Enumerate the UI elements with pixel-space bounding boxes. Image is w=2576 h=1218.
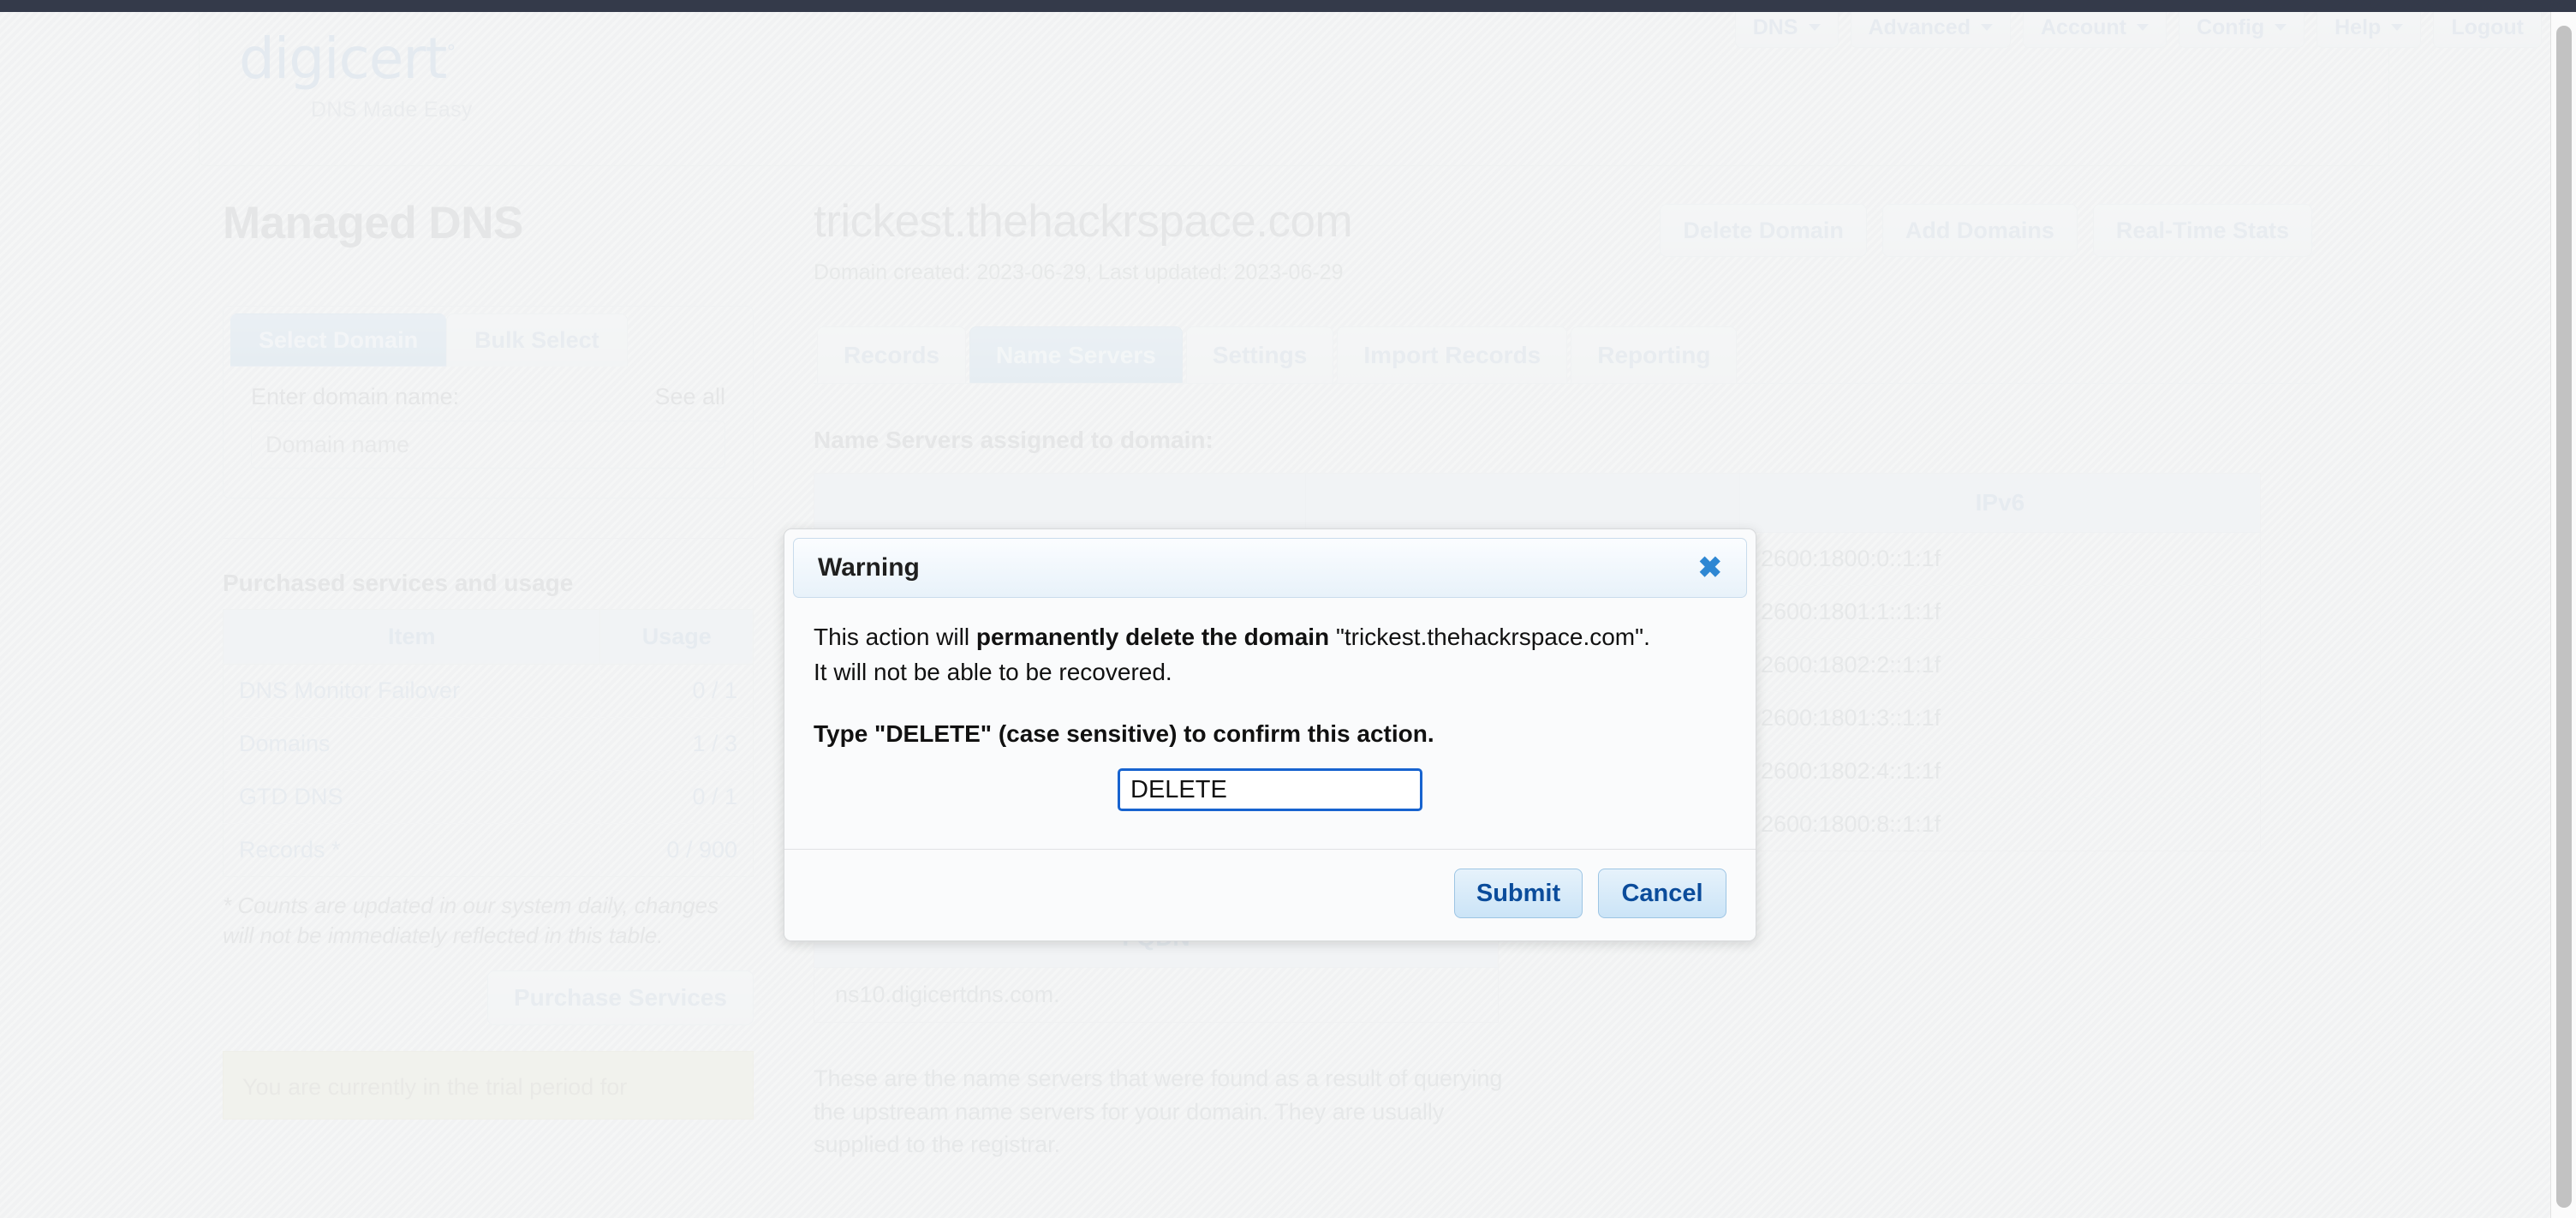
nav-label: Config (2196, 15, 2265, 39)
nav-label: Advanced (1868, 15, 1971, 39)
nav-item-account[interactable]: Account (2022, 7, 2167, 48)
column-header-blank-1 (814, 473, 1307, 534)
page-title: Managed DNS (223, 198, 523, 248)
nav-item-help[interactable]: Help (2317, 7, 2422, 48)
modal-message-part-1: This action will (814, 624, 976, 650)
ns-ipv6: 2600:1800:8::1:1f (1739, 797, 2261, 851)
table-row: ns10.digicertdns.com. (814, 968, 1499, 1023)
scrollbar-thumb[interactable] (2556, 26, 2572, 1208)
table-row: Domains 1 / 3 (223, 717, 754, 771)
ns-ipv6: 2600:1802:2::1:1f (1739, 638, 2261, 692)
cancel-button[interactable]: Cancel (1598, 869, 1726, 919)
modal-message-emphasis: permanently delete the domain (975, 624, 1330, 650)
nav-label: Help (2334, 15, 2382, 39)
service-usage: 0 / 1 (599, 664, 754, 718)
submit-button[interactable]: Submit (1454, 869, 1583, 919)
ns-ipv6: 2600:1800:0::1:1f (1739, 532, 2261, 586)
add-domains-button[interactable]: Add Domains (1881, 204, 2078, 257)
service-usage: 0 / 1 (599, 770, 754, 824)
nav-item-dns[interactable]: DNS (1734, 7, 1839, 48)
table-header-row: Item Usage (223, 609, 754, 665)
page-scrollbar[interactable] (2550, 12, 2576, 1218)
chevron-down-icon (1980, 24, 1993, 31)
modal-confirm-prompt: Type "DELETE" (case sensitive) to confir… (814, 720, 1434, 748)
brand-name: digicert° (239, 26, 456, 92)
nav-label: DNS (1752, 15, 1798, 39)
table-row: GTD DNS 0 / 1 (223, 770, 754, 824)
purchase-services-row: Purchase Services (223, 970, 754, 1025)
purchase-services-button[interactable]: Purchase Services (486, 970, 754, 1025)
domain-name-input[interactable] (251, 421, 725, 469)
tab-bulk-select[interactable]: Bulk Select (446, 313, 628, 367)
column-header-blank-2 (1305, 473, 1740, 534)
domain-selector-panel: Select Domain Bulk Select Enter domain n… (223, 306, 754, 499)
browser-chrome-bar (0, 0, 2576, 12)
name-servers-footnote: These are the name servers that were fou… (814, 1066, 1503, 1157)
tab-select-domain[interactable]: Select Domain (230, 313, 447, 367)
ns-ipv6: 2600:1801:3::1:1f (1739, 691, 2261, 745)
chevron-down-icon (2136, 24, 2149, 31)
service-item: DNS Monitor Failover (223, 664, 601, 718)
modal-body: This action will permanently delete the … (784, 598, 1756, 849)
domain-input-label: Enter domain name: (251, 384, 460, 409)
tab-name-servers[interactable]: Name Servers (969, 326, 1183, 384)
service-item: GTD DNS (223, 770, 601, 824)
column-header-usage: Usage (599, 609, 754, 665)
modal-title: Warning (818, 553, 920, 582)
chevron-down-icon (2391, 24, 2404, 31)
column-header-ipv6: IPv6 (1739, 473, 2261, 534)
domain-meta: Domain created: 2023-06-29, Last updated… (814, 260, 1344, 285)
nav-label: Account (2040, 15, 2126, 39)
ns-ipv6: 2600:1802:4::1:1f (1739, 744, 2261, 798)
tab-settings[interactable]: Settings (1185, 326, 1334, 384)
nav-label: Logout (2451, 15, 2524, 39)
trial-period-banner: You are currently in the trial period fo… (223, 1050, 754, 1119)
delete-confirm-input[interactable] (1118, 768, 1422, 812)
nav-item-config[interactable]: Config (2178, 7, 2305, 48)
modal-message: This action will permanently delete the … (814, 620, 1726, 690)
sidebar-divider (223, 538, 754, 539)
table-header-row: IPv6 (814, 473, 2261, 534)
modal-header: Warning ✖ (793, 538, 1747, 598)
modal-message-line-2: It will not be able to be recovered. (814, 658, 1172, 685)
close-icon[interactable]: ✖ (1695, 553, 1726, 582)
service-item: Records * (223, 823, 601, 877)
service-usage: 1 / 3 (599, 717, 754, 771)
tab-records[interactable]: Records (817, 326, 967, 384)
service-item: Domains (223, 717, 601, 771)
chevron-down-icon (1808, 24, 1821, 31)
purchased-services-table: Item Usage DNS Monitor Failover 0 / 1 Do… (223, 609, 754, 877)
domain-input-row: Enter domain name: See all (251, 384, 725, 410)
top-navigation: DNS Advanced Account Config Help Logout (1734, 7, 2542, 48)
nav-item-advanced[interactable]: Advanced (1850, 7, 2011, 48)
content-tabs: Records Name Servers Settings Import Rec… (814, 326, 2321, 385)
modal-message-part-3: "trickest.thehackrspace.com". (1329, 624, 1650, 650)
confirm-input-row (814, 768, 1726, 840)
service-usage: 0 / 900 (599, 823, 754, 877)
brand-logo[interactable]: digicert° DNS Made Easy (239, 31, 473, 122)
name-servers-heading: Name Servers assigned to domain: (814, 427, 1213, 454)
sidebar: Managed DNS Select Domain Bulk Select En… (199, 197, 781, 1119)
fqdn-value: ns10.digicertdns.com. (835, 982, 1060, 1008)
domain-action-buttons: Delete Domain Add Domains Real-Time Stat… (1660, 204, 2312, 257)
delete-domain-button[interactable]: Delete Domain (1660, 204, 1867, 257)
table-row: Records * 0 / 900 (223, 823, 754, 877)
ns-ipv6: 2600:1801:1::1:1f (1739, 585, 2261, 639)
chevron-down-icon (2275, 24, 2287, 31)
registered-mark-icon: ° (446, 42, 456, 63)
warning-modal: Warning ✖ This action will permanently d… (784, 528, 1756, 942)
tab-reporting[interactable]: Reporting (1571, 326, 1738, 384)
services-footnote: * Counts are updated in our system daily… (223, 893, 719, 949)
purchased-services-title: Purchased services and usage (223, 570, 574, 596)
domain-selector-body: Enter domain name: See all (224, 367, 753, 498)
column-header-item: Item (223, 609, 601, 665)
modal-footer: Submit Cancel (784, 849, 1756, 941)
nav-item-logout[interactable]: Logout (2433, 7, 2542, 48)
tab-import-records[interactable]: Import Records (1337, 326, 1568, 384)
table-row: DNS Monitor Failover 0 / 1 (223, 664, 754, 718)
brand-tagline: DNS Made Easy (311, 98, 473, 122)
see-all-link[interactable]: See all (654, 384, 725, 410)
real-time-stats-button[interactable]: Real-Time Stats (2092, 204, 2312, 257)
domain-tabs: Select Domain Bulk Select (224, 307, 753, 367)
